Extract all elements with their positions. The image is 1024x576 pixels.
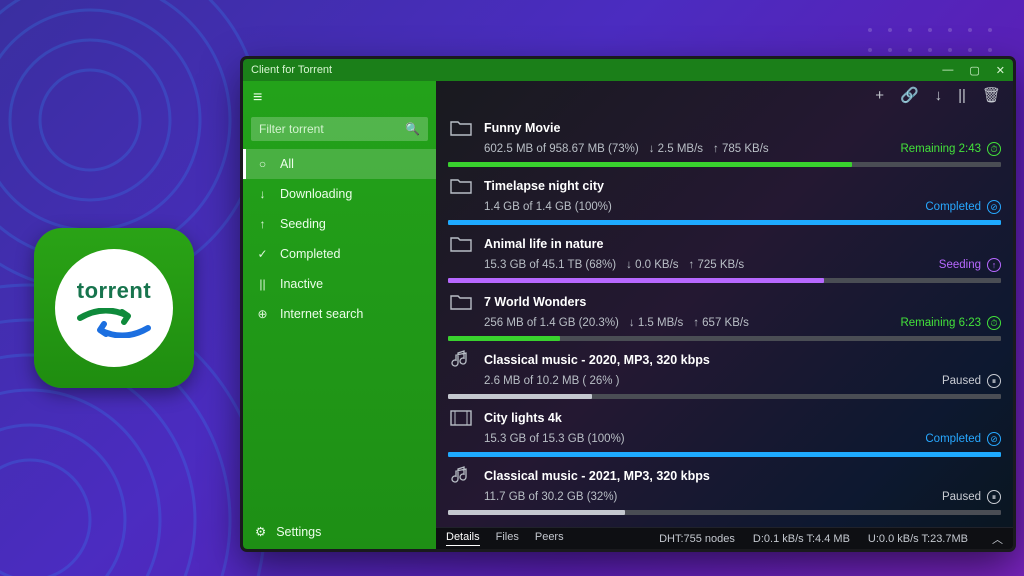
torrent-row[interactable]: 7 World Wonders 256 MB of 1.4 GB (20.3%) ↓… bbox=[436, 283, 1013, 341]
torrent-list: Funny Movie 602.5 MB of 958.67 MB (73%) ↓ … bbox=[436, 109, 1013, 527]
folder-icon bbox=[448, 289, 474, 315]
titlebar[interactable]: Client for Torrent — ▢ ✕ bbox=[243, 59, 1013, 81]
sidebar-item-label: All bbox=[280, 157, 294, 171]
upload-speed: ↑ 725 KB/s bbox=[689, 259, 745, 271]
gear-icon: ⚙ bbox=[255, 524, 266, 539]
app-icon-word: torrent bbox=[77, 278, 151, 304]
sidebar-settings-label: Settings bbox=[276, 525, 321, 539]
sidebar-item-icon: ⊕ bbox=[255, 307, 270, 321]
sidebar-item-internet-search[interactable]: ⊕ Internet search bbox=[243, 299, 436, 329]
add-link-button[interactable]: 🔗 bbox=[900, 86, 919, 104]
progress-bar bbox=[448, 510, 1001, 515]
status-icon: ⊘ bbox=[987, 432, 1001, 446]
status-icon: ↑ bbox=[987, 258, 1001, 272]
sidebar-settings[interactable]: ⚙ Settings bbox=[243, 516, 436, 549]
bottom-tab-peers[interactable]: Peers bbox=[535, 531, 564, 546]
torrent-status: Paused ⏸ bbox=[942, 490, 1001, 504]
torrent-title: City lights 4k bbox=[484, 411, 562, 425]
main-panel: + 🔗 ↓ || 🗑 Funny Movie 602.5 MB of 958.67… bbox=[436, 81, 1013, 549]
torrent-size: 11.7 GB of 30.2 GB (32%) bbox=[484, 491, 617, 503]
status-icon: ⏱ bbox=[987, 142, 1001, 156]
sidebar-item-label: Inactive bbox=[280, 277, 323, 291]
delete-button[interactable]: 🗑 bbox=[982, 86, 1001, 104]
torrent-row[interactable]: Classical music - 2020, MP3, 320 kbps 2.6… bbox=[436, 341, 1013, 399]
expand-icon[interactable]: ︿ bbox=[992, 531, 1003, 547]
app-icon: torrent bbox=[34, 228, 194, 388]
filter-input[interactable]: Filter torrent 🔍 bbox=[251, 117, 428, 141]
app-window: Client for Torrent — ▢ ✕ ≡ Filter torren… bbox=[243, 59, 1013, 549]
sidebar-item-icon: ↓ bbox=[255, 187, 270, 201]
sidebar-item-icon: || bbox=[255, 277, 270, 291]
sidebar-item-label: Internet search bbox=[280, 307, 363, 321]
download-speed: ↓ 2.5 MB/s bbox=[649, 143, 703, 155]
sidebar-item-label: Completed bbox=[280, 247, 340, 261]
sidebar: ≡ Filter torrent 🔍 ○ All ↓ Downloading ↑ Seed… bbox=[243, 81, 436, 549]
filter-placeholder: Filter torrent bbox=[259, 122, 324, 136]
sidebar-item-icon: ↑ bbox=[255, 217, 270, 231]
sidebar-item-icon: ○ bbox=[255, 157, 270, 171]
torrent-size: 15.3 GB of 45.1 TB (68%) bbox=[484, 259, 616, 271]
music-icon bbox=[448, 463, 474, 489]
stat-download: D:0.1 kB/s T:4.4 MB bbox=[753, 533, 850, 545]
maximize-button[interactable]: ▢ bbox=[969, 64, 979, 77]
torrent-row[interactable]: Timelapse night city 1.4 GB of 1.4 GB (10… bbox=[436, 167, 1013, 225]
search-icon: 🔍 bbox=[405, 122, 420, 136]
hamburger-icon[interactable]: ≡ bbox=[243, 81, 436, 115]
stat-dht: DHT:755 nodes bbox=[659, 533, 735, 545]
sidebar-item-seeding[interactable]: ↑ Seeding bbox=[243, 209, 436, 239]
torrent-row[interactable]: Classical music - 2021, MP3, 320 kbps 11.… bbox=[436, 457, 1013, 515]
torrent-size: 15.3 GB of 15.3 GB (100%) bbox=[484, 433, 625, 445]
torrent-size: 256 MB of 1.4 GB (20.3%) bbox=[484, 317, 619, 329]
sidebar-item-all[interactable]: ○ All bbox=[243, 149, 436, 179]
torrent-size: 2.6 MB of 10.2 MB ( 26% ) bbox=[484, 375, 620, 387]
status-icon: ⏸ bbox=[987, 374, 1001, 388]
bottom-tab-details[interactable]: Details bbox=[446, 531, 480, 546]
torrent-status: Remaining 6:23 ⏱ bbox=[900, 316, 1001, 330]
minimize-button[interactable]: — bbox=[942, 64, 953, 77]
status-icon: ⊘ bbox=[987, 200, 1001, 214]
torrent-status: Remaining 2:43 ⏱ bbox=[900, 142, 1001, 156]
window-title: Client for Torrent bbox=[251, 64, 332, 76]
download-speed: ↓ 1.5 MB/s bbox=[629, 317, 683, 329]
sidebar-item-label: Seeding bbox=[280, 217, 326, 231]
folder-icon bbox=[448, 115, 474, 141]
add-button[interactable]: + bbox=[875, 87, 884, 104]
bottom-tab-files[interactable]: Files bbox=[496, 531, 519, 546]
sidebar-item-completed[interactable]: ✓ Completed bbox=[243, 239, 436, 269]
download-speed: ↓ 0.0 KB/s bbox=[626, 259, 678, 271]
sidebar-item-icon: ✓ bbox=[255, 247, 270, 261]
torrent-title: Animal life in nature bbox=[484, 237, 603, 251]
torrent-row[interactable]: Animal life in nature 15.3 GB of 45.1 TB … bbox=[436, 225, 1013, 283]
torrent-title: Funny Movie bbox=[484, 121, 560, 135]
status-icon: ⏱ bbox=[987, 316, 1001, 330]
sidebar-item-label: Downloading bbox=[280, 187, 352, 201]
torrent-title: Timelapse night city bbox=[484, 179, 604, 193]
torrent-row[interactable]: Funny Movie 602.5 MB of 958.67 MB (73%) ↓ … bbox=[436, 109, 1013, 167]
close-button[interactable]: ✕ bbox=[996, 64, 1005, 77]
toolbar: + 🔗 ↓ || 🗑 bbox=[436, 81, 1013, 109]
status-icon: ⏸ bbox=[987, 490, 1001, 504]
upload-speed: ↑ 657 KB/s bbox=[693, 317, 749, 329]
sidebar-item-downloading[interactable]: ↓ Downloading bbox=[243, 179, 436, 209]
torrent-title: Classical music - 2020, MP3, 320 kbps bbox=[484, 353, 710, 367]
folder-icon bbox=[448, 231, 474, 257]
sidebar-item-inactive[interactable]: || Inactive bbox=[243, 269, 436, 299]
torrent-size: 1.4 GB of 1.4 GB (100%) bbox=[484, 201, 612, 213]
torrent-row[interactable]: City lights 4k 15.3 GB of 15.3 GB (100%) C… bbox=[436, 399, 1013, 457]
folder-icon bbox=[448, 173, 474, 199]
pause-button[interactable]: || bbox=[958, 87, 966, 104]
torrent-size: 602.5 MB of 958.67 MB (73%) bbox=[484, 143, 639, 155]
download-button[interactable]: ↓ bbox=[935, 87, 943, 104]
upload-speed: ↑ 785 KB/s bbox=[713, 143, 769, 155]
stat-upload: U:0.0 kB/s T:23.7MB bbox=[868, 533, 968, 545]
torrent-title: 7 World Wonders bbox=[484, 295, 586, 309]
music-icon bbox=[448, 347, 474, 373]
torrent-status: Completed ⊘ bbox=[925, 200, 1001, 214]
torrent-status: Paused ⏸ bbox=[942, 374, 1001, 388]
torrent-status: Completed ⊘ bbox=[925, 432, 1001, 446]
video-icon bbox=[448, 405, 474, 431]
torrent-title: Classical music - 2021, MP3, 320 kbps bbox=[484, 469, 710, 483]
bottom-bar: Details Files Peers DHT:755 nodes D:0.1 kB… bbox=[436, 527, 1013, 549]
torrent-status: Seeding ↑ bbox=[939, 258, 1001, 272]
